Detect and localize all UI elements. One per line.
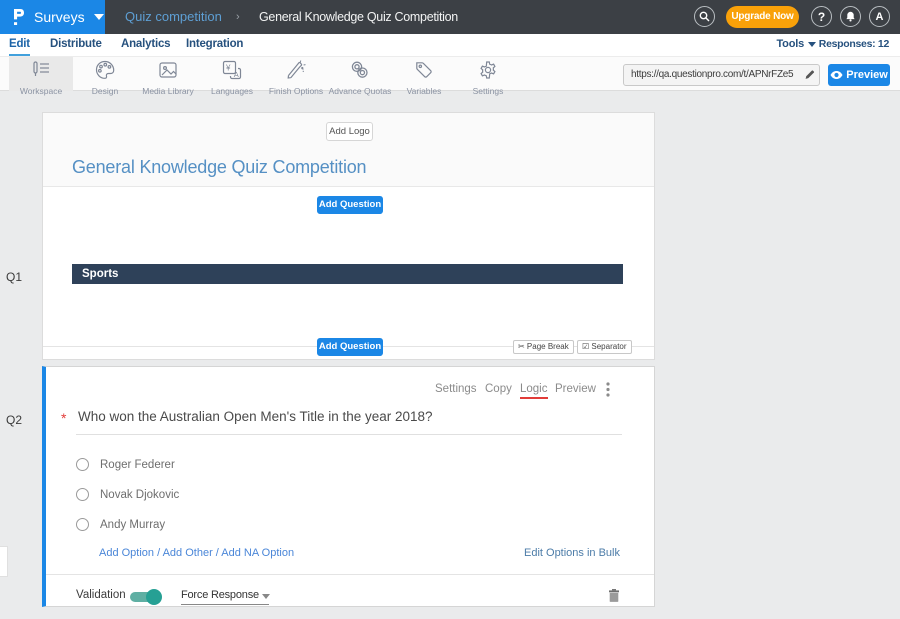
svg-text:¥: ¥: [225, 64, 231, 73]
svg-text:A: A: [234, 70, 239, 79]
